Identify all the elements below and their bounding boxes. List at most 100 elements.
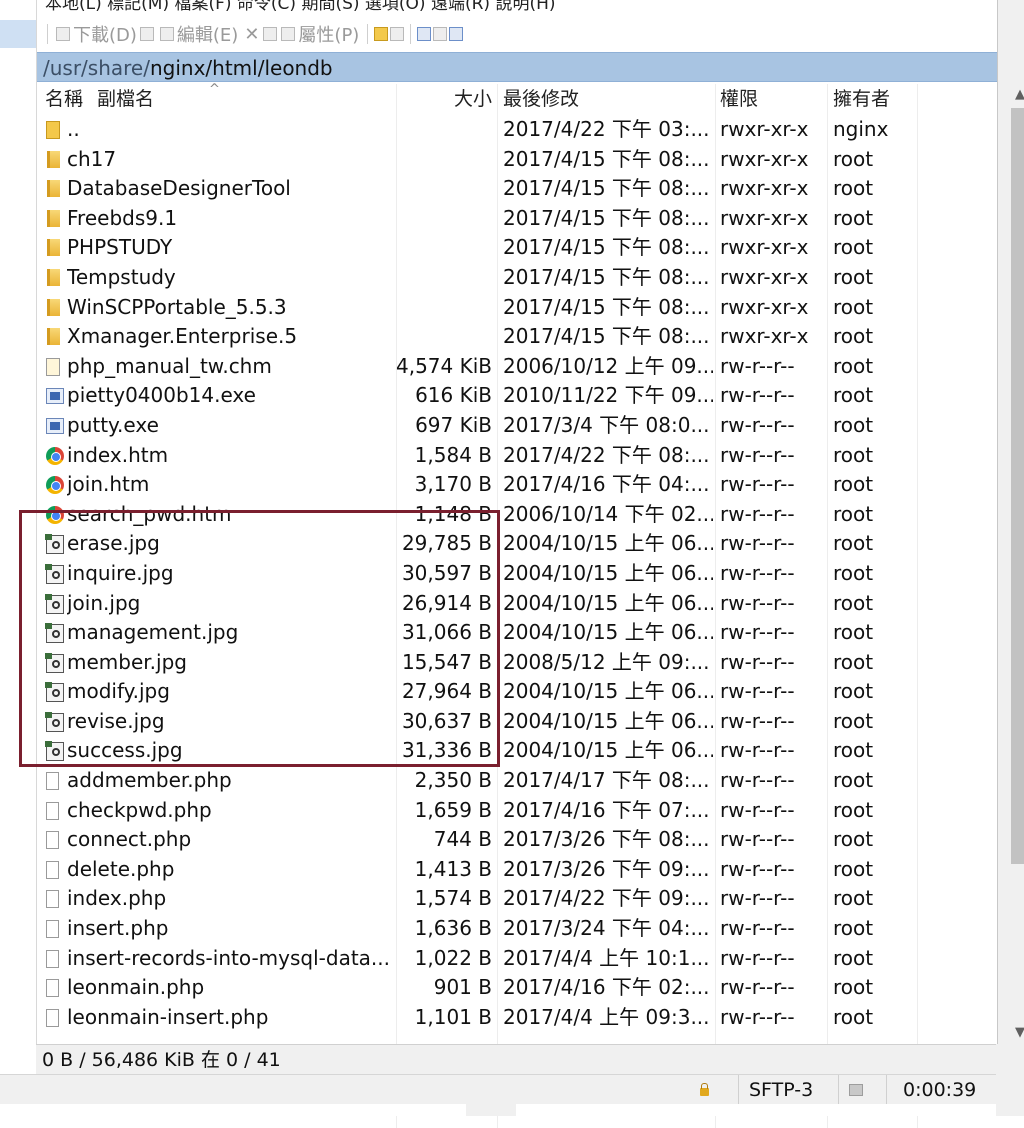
encryption-status[interactable] (690, 1075, 728, 1105)
file-row[interactable]: php_manual_tw.chm 4,574 KiB 2006/10/12 上午 … (37, 352, 977, 382)
rename-icon[interactable] (263, 27, 278, 41)
download-label: 下載(D) (73, 25, 137, 46)
unselect-all-icon[interactable] (433, 27, 448, 41)
selection-status: 0 B / 56,486 KiB 在 0 / 41 (36, 1044, 996, 1074)
file-owner: root (833, 768, 874, 793)
file-row[interactable]: index.php 1,574 B 2017/4/22 下午 09:... rw-r-… (37, 884, 977, 914)
file-owner: root (833, 412, 874, 437)
file-owner: root (833, 1004, 874, 1029)
remote-path-bar[interactable]: /usr/share/nginx/html/leondb (37, 52, 997, 82)
network-status[interactable] (838, 1075, 886, 1105)
file-row[interactable]: Tempstudy 2017/4/15 下午 08:... rwxr-xr-x roo… (37, 263, 977, 293)
folder-icon (47, 239, 60, 257)
file-size (337, 115, 492, 145)
file-row[interactable]: leonmain.php 901 B 2017/4/16 下午 02:... rw-r… (37, 973, 977, 1003)
file-row[interactable]: modify.jpg 27,964 B 2004/10/15 上午 06... rw-… (37, 677, 977, 707)
toolbar-separator (47, 24, 48, 44)
file-row[interactable]: pietty0400b14.exe 616 KiB 2010/11/22 下午 09… (37, 381, 977, 411)
file-modified: 2008/5/12 上午 09:... (503, 649, 710, 674)
file-owner: root (833, 176, 874, 201)
file-size: 30,637 B (401, 708, 492, 733)
file-row[interactable]: erase.jpg 29,785 B 2004/10/15 上午 06... rw-r… (37, 529, 977, 559)
file-modified: 2017/4/15 下午 08:... (503, 176, 710, 201)
new-file-icon[interactable] (390, 27, 405, 41)
properties-button[interactable]: 屬性(P) (279, 21, 361, 47)
file-list-header: 名稱 副檔名 ^ 大小 最後修改 權限 擁有者 (37, 82, 977, 114)
file-row[interactable]: putty.exe 697 KiB 2017/3/4 下午 08:0... rw-r-… (37, 411, 977, 441)
file-row[interactable]: join.htm 3,170 B 2017/4/16 下午 04:... rw-r--… (37, 470, 977, 500)
file-row[interactable]: inquire.jpg 30,597 B 2004/10/15 上午 06... rw… (37, 559, 977, 589)
scroll-down-icon[interactable]: ▼ (1007, 1022, 1024, 1044)
file-row[interactable]: member.jpg 15,547 B 2008/5/12 上午 09:... rw-… (37, 648, 977, 678)
file-row[interactable]: management.jpg 31,066 B 2004/10/15 上午 06..… (37, 618, 977, 648)
scrollbar-thumb[interactable] (1011, 108, 1024, 864)
jpg-file-icon (45, 652, 64, 673)
file-row[interactable]: PHPSTUDY 2017/4/15 下午 08:... rwxr-xr-x root (37, 233, 977, 263)
file-permissions: rw-r--r-- (720, 679, 795, 704)
menubar[interactable]: 本地(L) 標記(M) 檔案(F) 命令(C) 期間(S) 選項(O) 遠端(R… (37, 0, 1005, 18)
file-permissions: rw-r--r-- (720, 501, 795, 526)
file-owner: root (833, 531, 874, 556)
scroll-up-icon[interactable]: ▲ (1007, 84, 1024, 106)
file-owner: root (833, 590, 874, 615)
file-row[interactable]: connect.php 744 B 2017/3/26 下午 08:... rw-r-… (37, 825, 977, 855)
column-header-name[interactable]: 名稱 (45, 84, 83, 114)
file-owner: root (833, 264, 874, 289)
select-all-icon[interactable] (417, 27, 432, 41)
file-row[interactable]: leonmain-insert.php 1,101 B 2017/4/4 上午 09… (37, 1003, 977, 1033)
filter-icon[interactable] (449, 27, 464, 41)
file-size: 2,350 B (414, 768, 492, 793)
remote-toolbar: 下載(D) 編輯(E) ✕ 屬性(P) (37, 18, 1003, 50)
column-header-modified[interactable]: 最後修改 (503, 84, 579, 114)
file-row[interactable]: delete.php 1,413 B 2017/3/26 下午 09:... rw-r… (37, 855, 977, 885)
file-owner: root (833, 294, 874, 319)
file-size: 31,066 B (401, 620, 492, 645)
toolbar-separator (367, 24, 369, 44)
file-size: 1,148 B (414, 501, 492, 526)
file-size (337, 322, 492, 352)
file-row[interactable]: index.htm 1,584 B 2017/4/22 下午 08:... rw-r-… (37, 441, 977, 471)
file-row[interactable]: DatabaseDesignerTool 2017/4/15 下午 08:... r… (37, 174, 977, 204)
file-row[interactable]: checkpwd.php 1,659 B 2017/4/16 下午 07:... rw… (37, 796, 977, 826)
file-modified: 2017/4/22 下午 09:... (503, 886, 710, 911)
file-owner: root (833, 324, 874, 349)
exe-file-icon (46, 388, 64, 405)
edit-button[interactable]: 編輯(E) (158, 21, 240, 47)
network-icon (849, 1084, 863, 1096)
file-owner: root (833, 442, 874, 467)
file-row[interactable]: WinSCPPortable_5.5.3 2017/4/15 下午 08:... r… (37, 293, 977, 323)
file-owner: root (833, 916, 874, 941)
file-modified: 2017/4/15 下午 08:... (503, 294, 710, 319)
file-size: 1,022 B (414, 945, 492, 970)
download-button[interactable]: 下載(D) (54, 21, 156, 47)
file-owner: nginx (833, 117, 889, 141)
file-owner: root (833, 945, 874, 970)
file-size: 697 KiB (415, 412, 492, 437)
column-header-perms[interactable]: 權限 (720, 84, 758, 114)
delete-button[interactable]: ✕ (242, 24, 261, 45)
file-modified: 2006/10/14 下午 02... (503, 501, 713, 526)
new-folder-icon[interactable] (374, 27, 389, 41)
file-row[interactable]: revise.jpg 30,637 B 2004/10/15 上午 06... rw-… (37, 707, 977, 737)
file-row[interactable]: search_pwd.htm 1,148 B 2006/10/14 下午 02...… (37, 500, 977, 530)
file-row[interactable]: .. 2017/4/22 下午 03:... rwxr-xr-x nginx (37, 115, 977, 145)
column-header-size[interactable]: 大小 (337, 84, 492, 114)
file-row[interactable]: Freebds9.1 2017/4/15 下午 08:... rwxr-xr-x ro… (37, 204, 977, 234)
path-prefix: /usr/share/ (43, 56, 150, 80)
folder-icon (47, 209, 60, 227)
file-row[interactable]: insert.php 1,636 B 2017/3/24 下午 04:... rw-r… (37, 914, 977, 944)
folder-icon (47, 180, 60, 198)
file-owner: root (833, 560, 874, 585)
vertical-scrollbar[interactable]: ▲ ▼ (1007, 84, 1024, 1044)
file-row[interactable]: Xmanager.Enterprise.5 2017/4/15 下午 08:...… (37, 322, 977, 352)
file-row[interactable]: insert-records-into-mysql-data... 1,022 B… (37, 944, 977, 974)
column-header-ext[interactable]: 副檔名 (97, 84, 154, 114)
file-permissions: rwxr-xr-x (720, 324, 809, 349)
file-modified: 2017/4/15 下午 08:... (503, 264, 710, 289)
file-row[interactable]: ch17 2017/4/15 下午 08:... rwxr-xr-x root (37, 145, 977, 175)
file-row[interactable]: addmember.php 2,350 B 2017/4/17 下午 08:... r… (37, 766, 977, 796)
column-header-owner[interactable]: 擁有者 (833, 84, 890, 114)
download-dropdown-icon[interactable] (139, 27, 154, 41)
file-row[interactable]: join.jpg 26,914 B 2004/10/15 上午 06... rw-r-… (37, 589, 977, 619)
file-row[interactable]: success.jpg 31,336 B 2004/10/15 上午 06... rw… (37, 736, 977, 766)
